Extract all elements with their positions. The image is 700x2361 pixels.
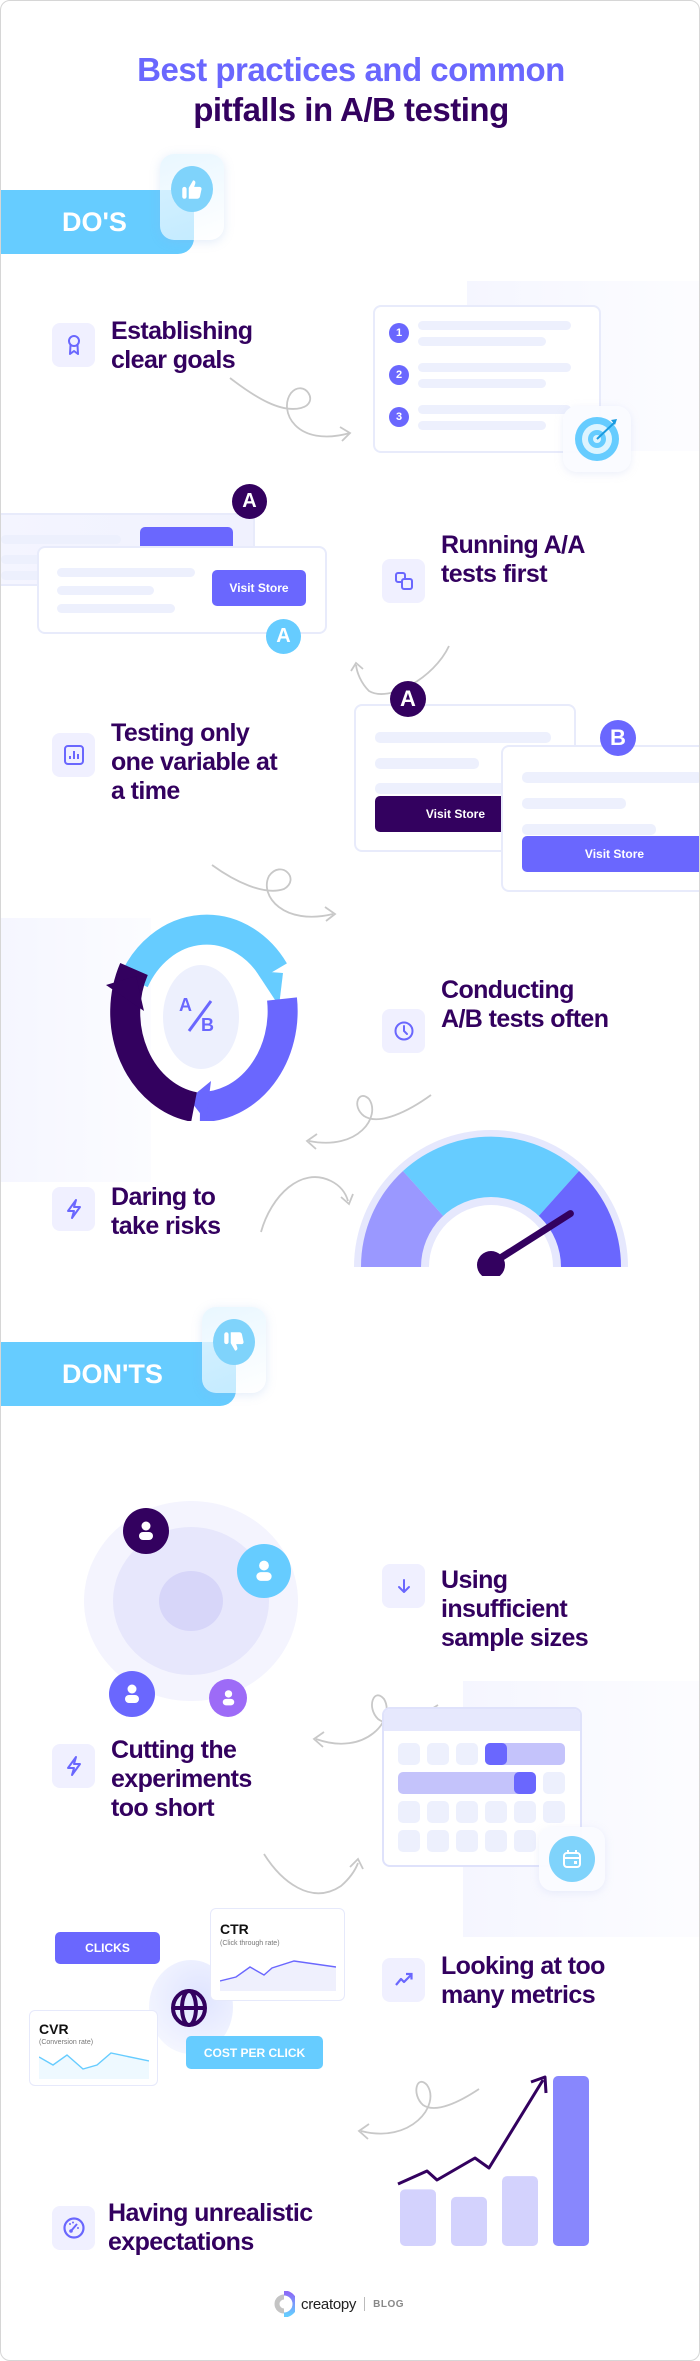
cvr-sparkline <box>39 2052 149 2079</box>
user-avatar <box>123 1508 169 1554</box>
cost-per-click-metric-tag: COST PER CLICK <box>186 2036 323 2069</box>
growth-bar <box>400 2189 436 2246</box>
ctr-metric-card: CTR (Click through rate) <box>210 1908 345 2001</box>
item-title-too-many-metrics: Looking at too many metrics <box>441 1952 605 2009</box>
thumbs-up-icon <box>171 166 213 212</box>
calendar-day <box>485 1830 507 1852</box>
trending-up-icon <box>382 1958 425 2002</box>
growth-bar-chart <box>397 2075 589 2246</box>
variant-a-button[interactable]: Visit Store <box>375 796 515 832</box>
calendar-day <box>427 1830 449 1852</box>
clicks-metric-tag: CLICKS <box>55 1932 160 1964</box>
goal-number: 3 <box>389 407 409 427</box>
cvr-metric-card: CVR (Conversion rate) <box>29 2010 158 2086</box>
growth-bar <box>451 2196 487 2246</box>
clock-icon <box>382 1009 425 1053</box>
sample-audience-illustration <box>84 1501 298 1701</box>
goal-number: 1 <box>389 323 409 343</box>
ctr-sparkline <box>220 1960 336 1991</box>
page-title-line2: pitfalls in A/B testing <box>193 91 509 128</box>
arrow-down-icon <box>382 1564 425 1608</box>
donts-section-tag: DON'TS <box>1 1342 236 1406</box>
variant-badge-a: A <box>232 484 267 519</box>
visit-store-button[interactable]: Visit Store <box>212 570 306 606</box>
item-title-unrealistic-expectations: Having unrealistic expectations <box>108 2199 313 2256</box>
calendar-day <box>427 1743 449 1765</box>
growth-trend-line <box>397 2079 545 2186</box>
target-icon <box>575 417 619 461</box>
copy-icon <box>382 559 425 603</box>
thumbs-down-badge <box>202 1307 266 1393</box>
infographic: Best practices and common pitfalls in A/… <box>0 0 700 2361</box>
creatopy-blog-logo[interactable]: creatopy BLOG <box>273 2291 404 2317</box>
calendar-day <box>456 1801 478 1823</box>
calendar-day <box>543 1772 565 1794</box>
user-avatar <box>109 1671 155 1717</box>
footer-section: BLOG <box>373 2298 405 2310</box>
target-badge <box>563 406 631 472</box>
item-title-daring-risks: Daring to take risks <box>111 1183 221 1240</box>
lightning-icon <box>52 1187 95 1231</box>
curved-arrow <box>260 1176 354 1233</box>
calendar-day <box>456 1830 478 1852</box>
calendar-day <box>543 1801 565 1823</box>
page-title-line1: Best practices and common <box>137 51 565 88</box>
item-title-running-aa: Running A/A tests first <box>441 531 585 588</box>
item-title-sample-sizes: Using insufficient sample sizes <box>441 1566 589 1652</box>
calendar-day <box>456 1743 478 1765</box>
calendar-day <box>514 1801 536 1823</box>
footer-divider <box>364 2297 366 2311</box>
speedometer-icon <box>52 2206 95 2250</box>
donts-label: DON'TS <box>62 1358 163 1389</box>
calendar-icon <box>549 1836 595 1882</box>
risk-gauge <box>354 1130 628 1276</box>
footer-brand: creatopy <box>301 2295 357 2313</box>
variant-badge-a: A <box>390 681 426 717</box>
ab-label: A B <box>179 995 214 1035</box>
thumbs-down-icon <box>213 1319 255 1365</box>
variant-badge-b: B <box>600 720 636 756</box>
item-title-establishing-goals: Establishing clear goals <box>111 317 253 374</box>
creatopy-logo-icon <box>274 2291 295 2317</box>
globe-icon <box>171 1989 207 2027</box>
calendar-day <box>514 1830 536 1852</box>
calendar-badge <box>539 1827 605 1891</box>
item-title-conducting-often: Conducting A/B tests often <box>441 976 609 1033</box>
goal-number: 2 <box>389 365 409 385</box>
award-ribbon-icon <box>52 323 95 367</box>
calendar-day <box>398 1830 420 1852</box>
variant-badge-a-copy: A <box>266 619 301 654</box>
dos-label: DO'S <box>62 206 127 237</box>
item-title-one-variable: Testing only one variable at a time <box>111 719 278 805</box>
calendar-day <box>485 1801 507 1823</box>
growth-bar <box>553 2076 589 2246</box>
calendar-range-marker <box>514 1772 536 1794</box>
calendar-day <box>427 1801 449 1823</box>
curly-arrow <box>229 377 352 442</box>
bar-chart-icon <box>52 733 95 777</box>
item-title-cutting-short: Cutting the experiments too short <box>111 1736 252 1822</box>
calendar-day <box>398 1743 420 1765</box>
lightning-icon <box>52 1744 95 1788</box>
curved-arrow <box>263 1853 364 1895</box>
calendar-day <box>398 1801 420 1823</box>
calendar-range-marker <box>485 1743 507 1765</box>
growth-bar <box>502 2176 538 2246</box>
variant-b-button[interactable]: Visit Store <box>522 836 699 872</box>
thumbs-up-badge <box>160 154 224 240</box>
user-avatar <box>209 1679 247 1717</box>
user-avatar <box>237 1544 291 1598</box>
